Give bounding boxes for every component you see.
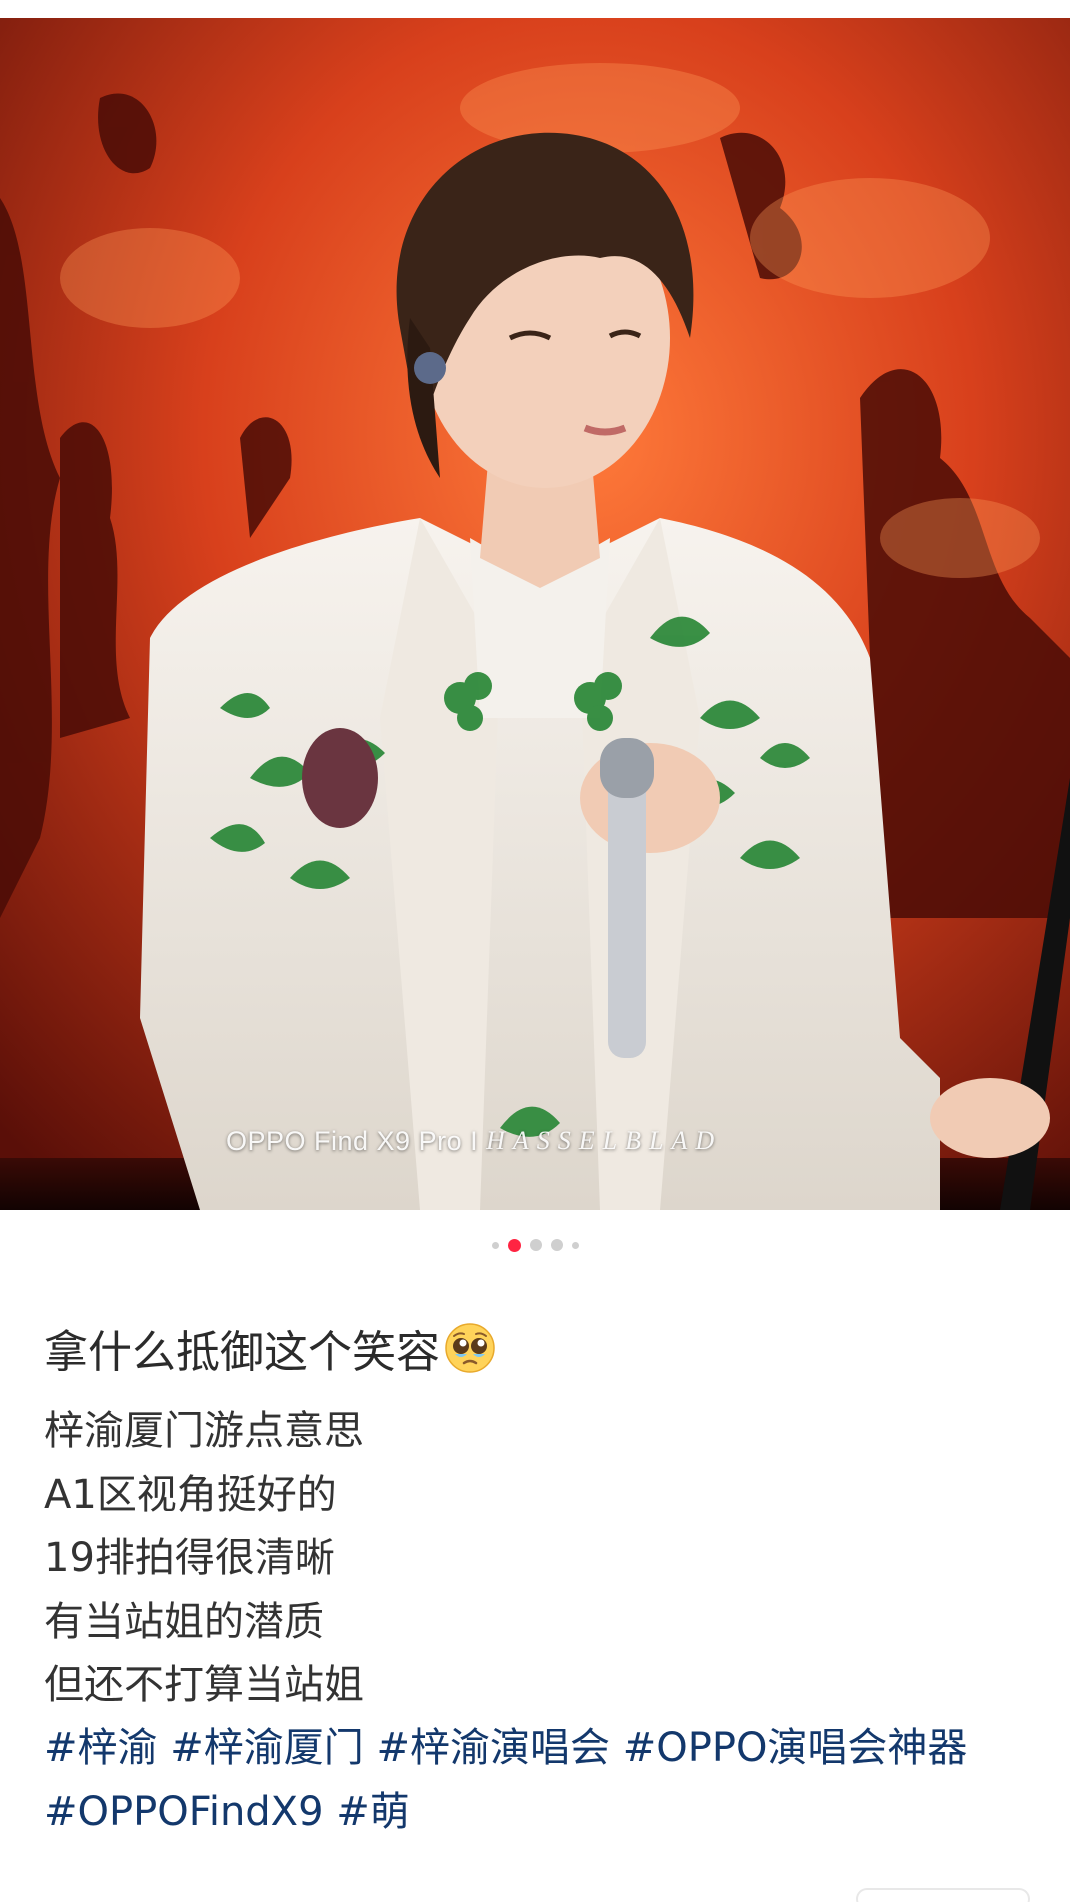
post-photo[interactable]: OPPO Find X9 Pro I HASSELBLAD <box>0 18 1070 1210</box>
pleading-face-emoji-icon <box>445 1323 495 1373</box>
carousel-dot-5[interactable] <box>571 1241 579 1249</box>
carousel-dot-2-active[interactable] <box>507 1238 521 1252</box>
hashtag-link[interactable]: #梓渝厦门 <box>170 1725 376 1771</box>
watermark-brand: HASSELBLAD <box>486 1126 723 1155</box>
photo-watermark: OPPO Find X9 Pro I HASSELBLAD <box>226 1121 722 1161</box>
post-body-line: A1区视角挺好的 <box>44 1471 337 1518</box>
post-body-line: 但还不打算当站姐 <box>44 1662 364 1708</box>
post-title: 拿什么抵御这个笑容 <box>44 1316 496 1380</box>
carousel-dot-4[interactable] <box>550 1239 563 1251</box>
post-body-line: 有当站姐的潜质 <box>44 1598 324 1645</box>
hashtag-link[interactable]: #OPPO演唱会神器 <box>623 1725 968 1771</box>
post-body-line: 梓渝厦门游点意思 <box>44 1408 364 1454</box>
top-strip <box>0 0 1070 18</box>
comment-input-edge[interactable] <box>856 1888 1030 1902</box>
post-body-line: 19排拍得很清晰 <box>44 1535 335 1581</box>
watermark-device: OPPO Find X9 Pro <box>226 1125 463 1156</box>
hashtag-link[interactable]: #萌 <box>336 1789 410 1835</box>
hashtag-link[interactable]: #梓渝演唱会 <box>376 1725 622 1771</box>
post-page: OPPO Find X9 Pro I HASSELBLAD 拿什么抵御这个笑容 … <box>0 0 1070 1902</box>
post-tags: #梓渝 #梓渝厦门 #梓渝演唱会 #OPPO演唱会神器 #OPPOFindX9 … <box>44 1717 1044 1844</box>
watermark-separator: I <box>470 1125 479 1156</box>
carousel-dot-1[interactable] <box>491 1241 499 1249</box>
tag-row: #OPPOFindX9 #萌 <box>44 1781 1044 1845</box>
hashtag-link[interactable]: #梓渝 <box>44 1725 170 1771</box>
tag-row: #梓渝 #梓渝厦门 #梓渝演唱会 #OPPO演唱会神器 <box>44 1717 1044 1781</box>
post-title-text: 拿什么抵御这个笑容 <box>44 1327 440 1378</box>
carousel-indicator <box>0 1237 1070 1253</box>
concert-photo-illustration <box>0 18 1070 1210</box>
post-body: 梓渝厦门游点意思 A1区视角挺好的 19排拍得很清晰 有当站姐的潜质 但还不打算… <box>44 1400 1034 1718</box>
carousel-dot-3[interactable] <box>529 1239 542 1251</box>
hashtag-link[interactable]: #OPPOFindX9 <box>44 1789 336 1835</box>
